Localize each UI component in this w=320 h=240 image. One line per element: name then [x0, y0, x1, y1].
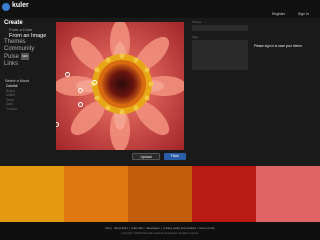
- theme-swatches: [0, 166, 320, 222]
- kuler-talk-link[interactable]: kuler talk: [131, 226, 142, 230]
- copyright: Copyright © 2006-2011 Adobe Systems Inco…: [121, 232, 199, 235]
- app-logo-text[interactable]: kuler: [12, 2, 29, 9]
- swatch-5[interactable]: [256, 166, 320, 222]
- left-nav: Create From a Color From an Image Themes…: [4, 20, 54, 68]
- pulse-new-badge: NEW: [21, 53, 29, 60]
- theme-name-label: Theme: [192, 20, 202, 24]
- sign-in-message: Please sign in to save your theme.: [254, 44, 303, 48]
- upload-button[interactable]: Upload: [132, 153, 160, 160]
- flower-image: [56, 22, 184, 150]
- theme-name-input[interactable]: [192, 25, 248, 31]
- nav-pulse-label: Pulse: [4, 54, 20, 61]
- swatch-2[interactable]: [64, 166, 128, 222]
- color-picker-4[interactable]: [78, 102, 83, 107]
- sign-in-link[interactable]: Sign In: [298, 12, 309, 16]
- nav-links[interactable]: Links: [4, 61, 54, 68]
- color-picker-2[interactable]: [78, 88, 83, 93]
- nav-themes[interactable]: Themes: [4, 39, 54, 46]
- register-link[interactable]: Register: [272, 12, 285, 16]
- color-picker-3[interactable]: [92, 80, 97, 85]
- color-picker-1[interactable]: [65, 72, 70, 77]
- terms-link[interactable]: terms of use: [199, 226, 214, 230]
- swatch-3[interactable]: [128, 166, 192, 222]
- source-image[interactable]: [56, 22, 184, 150]
- privacy-link[interactable]: privacy policy and cookies: [163, 226, 196, 230]
- mood-selector: Select a Mood Colorful Bright Muted Deep…: [5, 79, 55, 111]
- nav-pulse[interactable]: Pulse NEW: [4, 53, 54, 61]
- nav-create[interactable]: Create: [4, 20, 54, 27]
- mood-option-custom[interactable]: Custom: [5, 107, 55, 112]
- developers-link[interactable]: developers: [146, 226, 160, 230]
- footer: help| about kuler| kuler talk| developer…: [0, 222, 320, 240]
- tags-label: Tags: [192, 35, 199, 39]
- top-bar: kuler Register Sign In: [0, 0, 320, 18]
- kuler-logo-icon[interactable]: [2, 3, 10, 11]
- footer-links: help| about kuler| kuler talk| developer…: [105, 226, 215, 230]
- swatch-4[interactable]: [192, 166, 256, 222]
- flickr-button[interactable]: Flickr: [164, 153, 186, 160]
- swatch-1[interactable]: [0, 166, 64, 222]
- nav-community[interactable]: Community: [4, 46, 54, 53]
- about-link[interactable]: about kuler: [114, 226, 128, 230]
- help-link[interactable]: help: [105, 226, 110, 230]
- tags-input[interactable]: [192, 40, 248, 70]
